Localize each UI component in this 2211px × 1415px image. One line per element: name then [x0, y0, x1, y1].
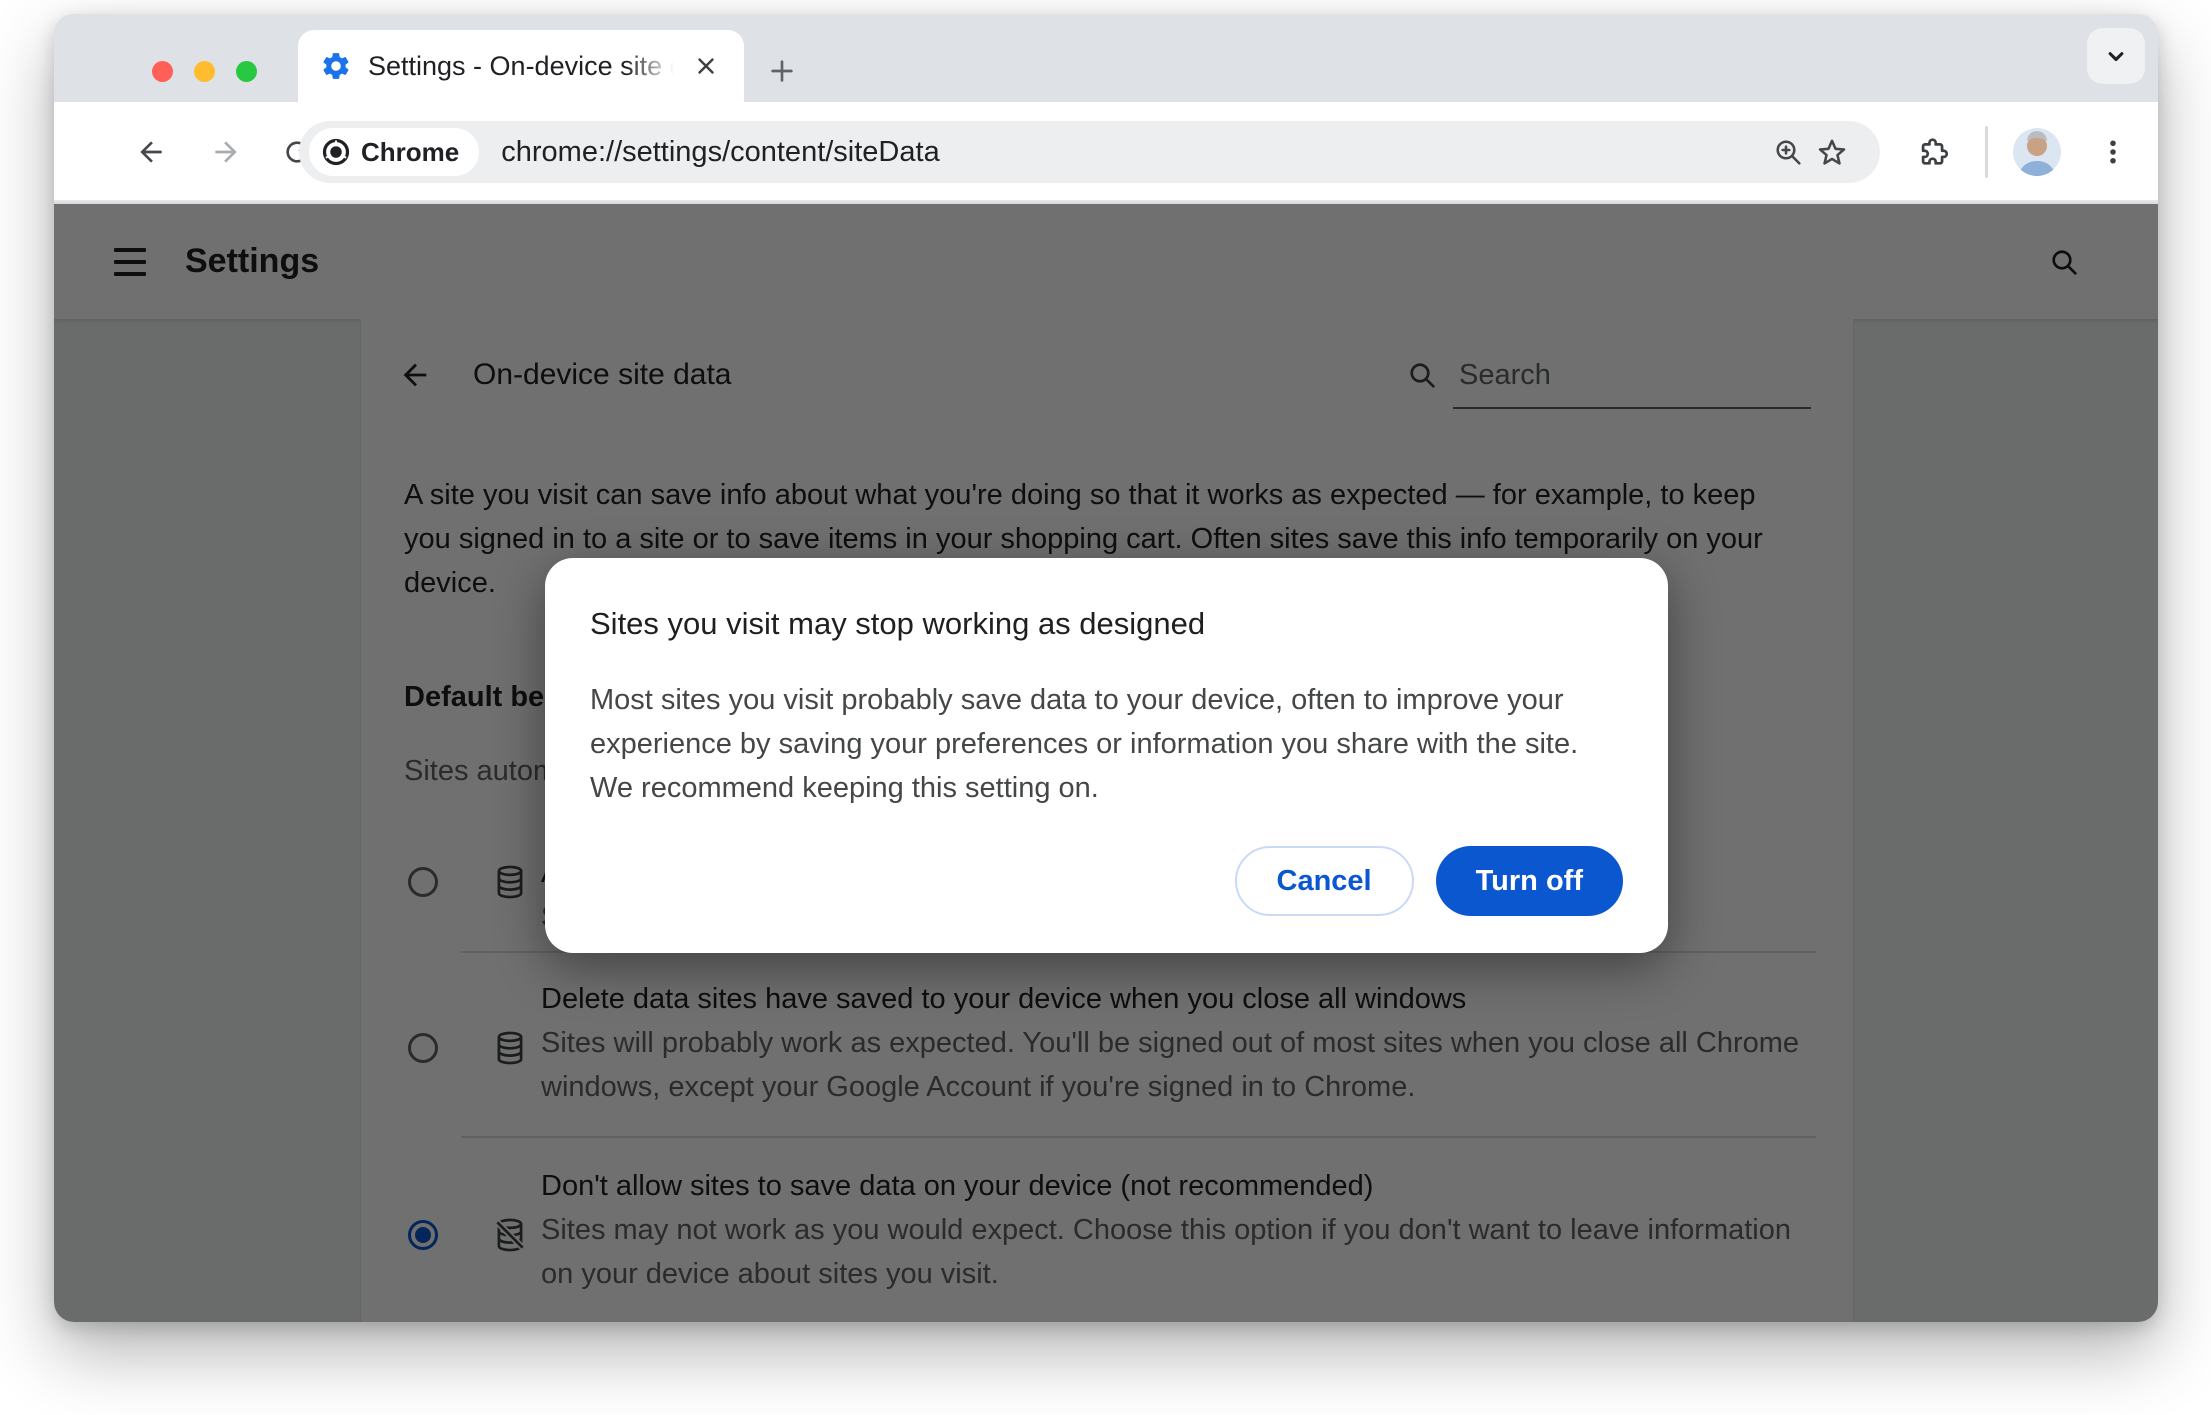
confirm-dialog: Sites you visit may stop working as desi…	[545, 558, 1668, 953]
dialog-body: Most sites you visit probably save data …	[590, 684, 1579, 804]
toolbar-divider	[1985, 126, 1988, 178]
cancel-button[interactable]: Cancel	[1234, 846, 1414, 916]
extensions-puzzle-icon[interactable]	[1911, 130, 1955, 174]
browser-toolbar: Chrome chrome://settings/content/siteDat…	[54, 102, 2158, 202]
active-tab[interactable]: Settings - On-device site data	[298, 30, 744, 102]
site-info-chip[interactable]: Chrome	[309, 128, 480, 176]
traffic-minimize-button[interactable]	[194, 61, 215, 82]
back-button[interactable]	[129, 130, 173, 174]
url-text: chrome://settings/content/siteData	[501, 135, 940, 168]
site-chip-label: Chrome	[361, 136, 460, 167]
bookmark-star-icon[interactable]	[1810, 130, 1854, 174]
screenshot-root: Settings - On-device site data	[0, 0, 2211, 1415]
tab-search-button[interactable]	[2087, 28, 2145, 84]
tab-title: Settings - On-device site data	[368, 46, 686, 86]
dialog-title: Sites you visit may stop working as desi…	[590, 606, 1206, 641]
tab-close-icon[interactable]	[686, 46, 726, 86]
browser-menu-kebab-icon[interactable]	[2091, 130, 2135, 174]
chrome-logo-icon	[321, 137, 351, 167]
traffic-zoom-button[interactable]	[236, 61, 257, 82]
tab-title-fade	[626, 46, 686, 86]
new-tab-button[interactable]	[760, 49, 804, 93]
forward-button[interactable]	[204, 130, 248, 174]
address-bar[interactable]: Chrome chrome://settings/content/siteDat…	[299, 121, 1880, 183]
profile-avatar[interactable]	[2013, 128, 2061, 176]
tab-strip: Settings - On-device site data	[54, 14, 2158, 102]
chevron-down-icon	[2102, 42, 2130, 70]
traffic-close-button[interactable]	[152, 61, 173, 82]
settings-gear-favicon-icon	[320, 50, 352, 82]
dialog-actions: Cancel Turn off	[590, 846, 1623, 916]
browser-window: Settings - On-device site data	[54, 14, 2158, 1322]
turn-off-button[interactable]: Turn off	[1435, 846, 1623, 916]
zoom-page-icon[interactable]	[1766, 130, 1810, 174]
